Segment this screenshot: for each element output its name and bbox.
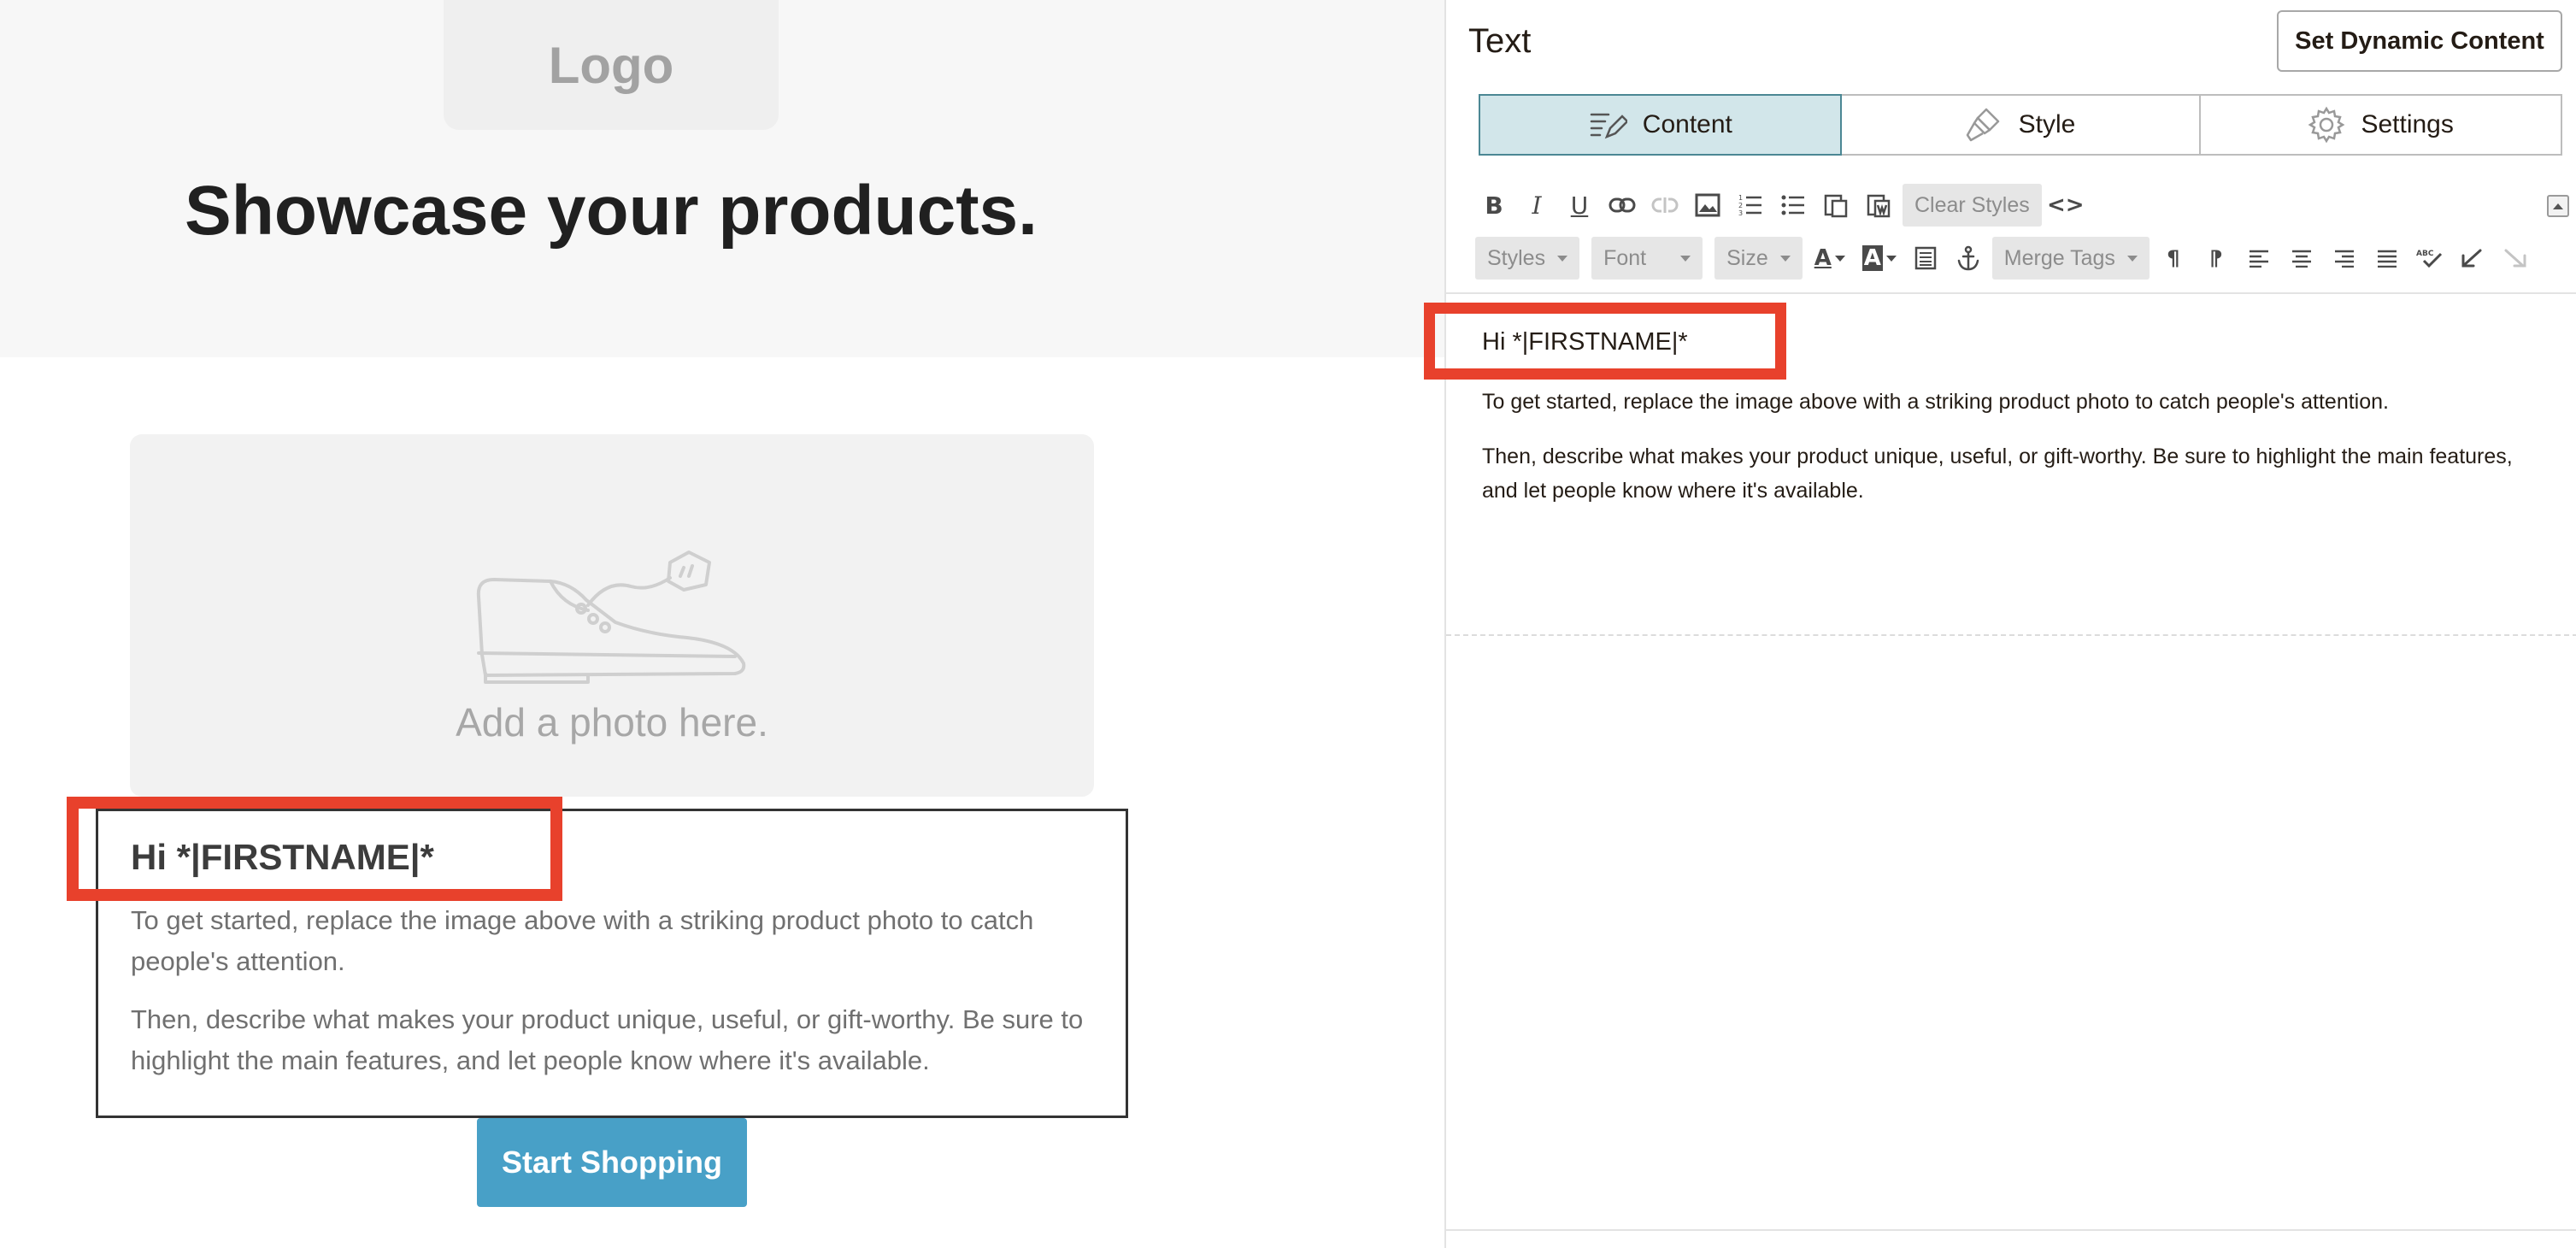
size-dropdown-label: Size xyxy=(1726,245,1768,270)
svg-text:1: 1 xyxy=(1738,194,1743,202)
tab-style[interactable]: Style xyxy=(1840,96,2202,154)
unlink-icon[interactable] xyxy=(1646,185,1684,226)
panel-tabs: Content Style Settings xyxy=(1479,94,2562,156)
paste-icon[interactable] xyxy=(1817,185,1855,226)
rtl-paragraph-icon[interactable]: ¶ xyxy=(2197,238,2235,279)
logo-text: Logo xyxy=(548,36,674,94)
image-placeholder-label: Add a photo here. xyxy=(456,700,768,745)
tab-settings[interactable]: Settings xyxy=(2201,96,2561,154)
email-canvas: Logo Showcase your products. Add a photo… xyxy=(0,0,1444,1248)
text-block-paragraph[interactable]: To get started, replace the image above … xyxy=(131,900,1105,982)
tab-style-label: Style xyxy=(2018,110,2076,138)
anchor-icon[interactable] xyxy=(1950,238,1987,279)
size-dropdown[interactable]: Size xyxy=(1714,237,1803,280)
chevron-down-icon xyxy=(1779,255,1791,262)
text-block-paragraph[interactable]: Then, describe what makes your product u… xyxy=(131,999,1105,1081)
source-code-icon[interactable]: <> xyxy=(2047,185,2085,226)
image-placeholder[interactable]: Add a photo here. xyxy=(130,434,1094,797)
rich-text-editor[interactable]: Hi *|FIRSTNAME|* To get started, replace… xyxy=(1424,294,2576,636)
tab-content-label: Content xyxy=(1642,110,1732,138)
editor-paragraph[interactable]: To get started, replace the image above … xyxy=(1482,385,2542,419)
shoe-icon xyxy=(476,550,746,684)
highlight-box xyxy=(67,797,562,901)
link-icon[interactable] xyxy=(1603,185,1641,226)
block-format-icon[interactable] xyxy=(1907,238,1944,279)
hero-title[interactable]: Showcase your products. xyxy=(0,171,1222,251)
editor-paragraph[interactable]: Then, describe what makes your product u… xyxy=(1482,439,2542,508)
svg-text:2: 2 xyxy=(1738,202,1743,209)
chevron-down-icon xyxy=(2126,255,2138,262)
styles-dropdown-label: Styles xyxy=(1487,245,1546,270)
panel-footer-divider xyxy=(1446,1229,2576,1231)
tab-content[interactable]: Content xyxy=(1479,94,1842,156)
italic-icon[interactable]: I xyxy=(1518,185,1556,226)
bold-icon[interactable]: B xyxy=(1475,185,1513,226)
tab-settings-label: Settings xyxy=(2361,110,2454,138)
highlight-box xyxy=(1424,303,1786,380)
styles-dropdown[interactable]: Styles xyxy=(1475,237,1580,280)
justify-icon[interactable] xyxy=(2368,238,2406,279)
clear-styles-button[interactable]: Clear Styles xyxy=(1903,184,2042,227)
hero-section[interactable]: Logo Showcase your products. xyxy=(0,0,1444,357)
image-icon[interactable] xyxy=(1689,185,1726,226)
settings-gear-icon xyxy=(2308,106,2345,144)
editor-toolbar-row-1: B I U 123 Clear Styles <> xyxy=(1475,183,2085,227)
font-dropdown-label: Font xyxy=(1603,245,1647,270)
chevron-down-icon xyxy=(1680,255,1691,262)
content-pencil-icon xyxy=(1588,108,1627,142)
paste-from-word-icon[interactable] xyxy=(1860,185,1897,226)
align-left-icon[interactable] xyxy=(2240,238,2278,279)
style-brush-icon xyxy=(1964,106,2003,144)
editor-toolbar-row-2: Styles Font Size A A Merge Tags ¶ ¶ ABC xyxy=(1475,236,2534,280)
bullet-list-icon[interactable] xyxy=(1774,185,1812,226)
logo-placeholder[interactable]: Logo xyxy=(444,0,779,130)
align-right-icon[interactable] xyxy=(2326,238,2363,279)
undo-icon[interactable] xyxy=(2454,238,2491,279)
start-shopping-button[interactable]: Start Shopping xyxy=(477,1118,747,1207)
merge-tags-dropdown[interactable]: Merge Tags xyxy=(1991,237,2150,280)
chevron-down-icon xyxy=(1557,255,1568,262)
svg-text:ABC: ABC xyxy=(2416,250,2434,258)
underline-icon[interactable]: U xyxy=(1561,185,1598,226)
edit-panel: Text Set Dynamic Content Content Style S… xyxy=(1424,0,2576,1248)
spellcheck-icon[interactable]: ABC xyxy=(2411,238,2449,279)
font-dropdown[interactable]: Font xyxy=(1591,237,1703,280)
collapse-toolbar-button[interactable] xyxy=(2547,195,2569,217)
caret-up-icon xyxy=(2553,203,2563,209)
ordered-list-icon[interactable]: 123 xyxy=(1732,185,1769,226)
align-center-icon[interactable] xyxy=(2283,238,2320,279)
redo-icon[interactable] xyxy=(2497,238,2534,279)
ltr-paragraph-icon[interactable]: ¶ xyxy=(2155,238,2192,279)
panel-title: Text xyxy=(1468,22,1532,60)
text-color-icon[interactable]: A xyxy=(1808,238,1852,279)
set-dynamic-content-button[interactable]: Set Dynamic Content xyxy=(2277,10,2562,72)
merge-tags-label: Merge Tags xyxy=(2003,245,2115,270)
background-color-icon[interactable]: A xyxy=(1857,238,1902,279)
svg-text:3: 3 xyxy=(1738,209,1743,217)
